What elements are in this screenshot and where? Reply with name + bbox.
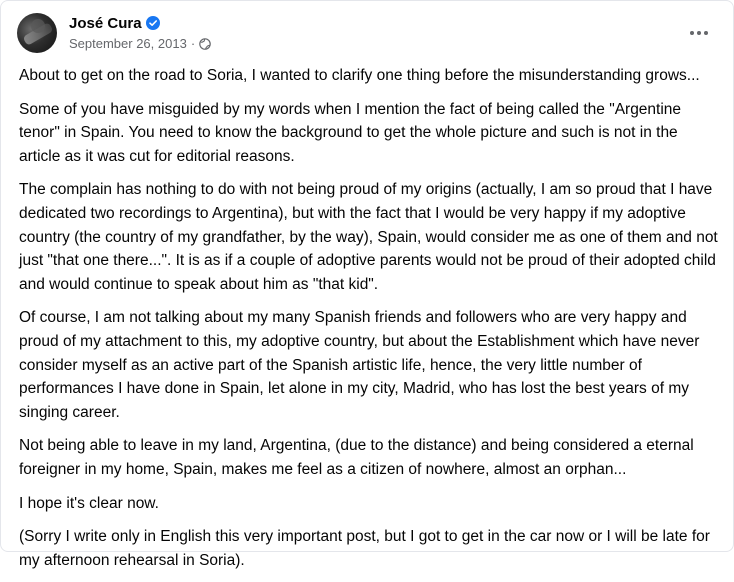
more-options-button[interactable] [681,19,717,47]
verified-badge-icon [145,16,160,30]
author-row: José Cura [69,13,211,33]
post-subinfo: September 26, 2013 · [69,36,211,51]
post-body: About to get on the road to Soria, I wan… [19,64,719,582]
post-paragraph: The complain has nothing to do with not … [19,181,718,293]
post-paragraph: Some of you have misguided by my words w… [19,100,682,165]
post-paragraph: (Sorry I write only in English this very… [19,528,710,569]
post-meta: José Cura September 26, 2013 · [69,13,211,51]
separator-dot: · [190,36,196,51]
post-header: José Cura September 26, 2013 · [17,13,211,53]
author-name[interactable]: José Cura [69,15,142,32]
post-paragraph: Not being able to leave in my land, Arge… [19,437,694,478]
avatar[interactable] [17,13,57,53]
post-card: José Cura September 26, 2013 · About to … [0,0,734,569]
post-paragraph: I hope it's clear now. [19,494,159,512]
post-date[interactable]: September 26, 2013 [69,36,187,51]
post-paragraph: About to get on the road to Soria, I wan… [19,67,700,84]
post-paragraph: Of course, I am not talking about my man… [19,309,700,421]
globe-icon[interactable] [199,37,211,50]
more-options-icon [690,31,694,35]
